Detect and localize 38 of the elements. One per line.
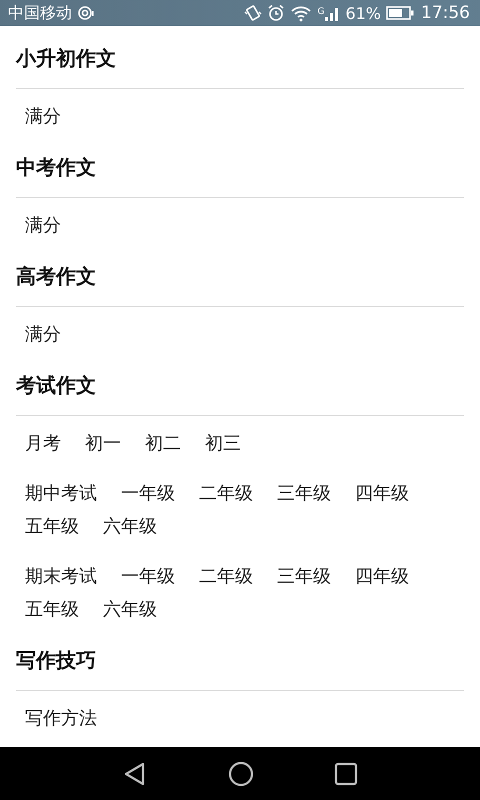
category-link[interactable]: 月考: [25, 434, 61, 454]
vibrate-icon: [244, 4, 262, 22]
category-link[interactable]: 一年级: [121, 484, 175, 504]
category-link[interactable]: 三年级: [277, 567, 331, 588]
hotspot-icon: [77, 5, 95, 22]
category-link[interactable]: 五年级: [25, 600, 79, 620]
section-title: 写作技巧: [16, 648, 96, 672]
alarm-icon: [267, 4, 286, 22]
category-link[interactable]: 四年级: [355, 484, 409, 504]
section-title: 考试作文: [16, 373, 96, 398]
clock: 17:56: [421, 3, 470, 24]
category-link[interactable]: 写作方法: [25, 709, 97, 730]
category-link[interactable]: 初二: [145, 434, 181, 454]
network-type: G: [317, 7, 324, 18]
category-link[interactable]: 五年级: [25, 517, 79, 538]
battery-level: 61%: [345, 4, 381, 23]
section-title: 中考作文: [16, 155, 96, 180]
category-link[interactable]: 满分: [25, 107, 61, 128]
category-link[interactable]: 期末考试: [25, 567, 97, 588]
recent-apps-icon[interactable]: [334, 762, 358, 786]
category-link[interactable]: 二年级: [199, 484, 253, 504]
section-title: 高考作文: [16, 264, 96, 288]
category-link[interactable]: 三年级: [277, 484, 331, 504]
category-link[interactable]: 四年级: [355, 567, 409, 588]
category-link[interactable]: 初一: [85, 434, 121, 454]
battery-icon: [386, 5, 414, 22]
section-title: 小升初作文: [16, 46, 116, 70]
category-link[interactable]: 满分: [25, 325, 61, 346]
category-link[interactable]: 一年级: [121, 567, 175, 588]
category-link[interactable]: 六年级: [103, 600, 157, 620]
home-icon[interactable]: [228, 760, 254, 787]
category-link[interactable]: 六年级: [103, 517, 157, 538]
wifi-icon: [290, 4, 312, 22]
carrier-name: 中国移动: [8, 2, 72, 24]
category-link[interactable]: 二年级: [199, 567, 253, 588]
category-link[interactable]: 初三: [205, 434, 241, 454]
category-link[interactable]: 满分: [25, 216, 61, 236]
category-link[interactable]: 期中考试: [25, 484, 97, 504]
